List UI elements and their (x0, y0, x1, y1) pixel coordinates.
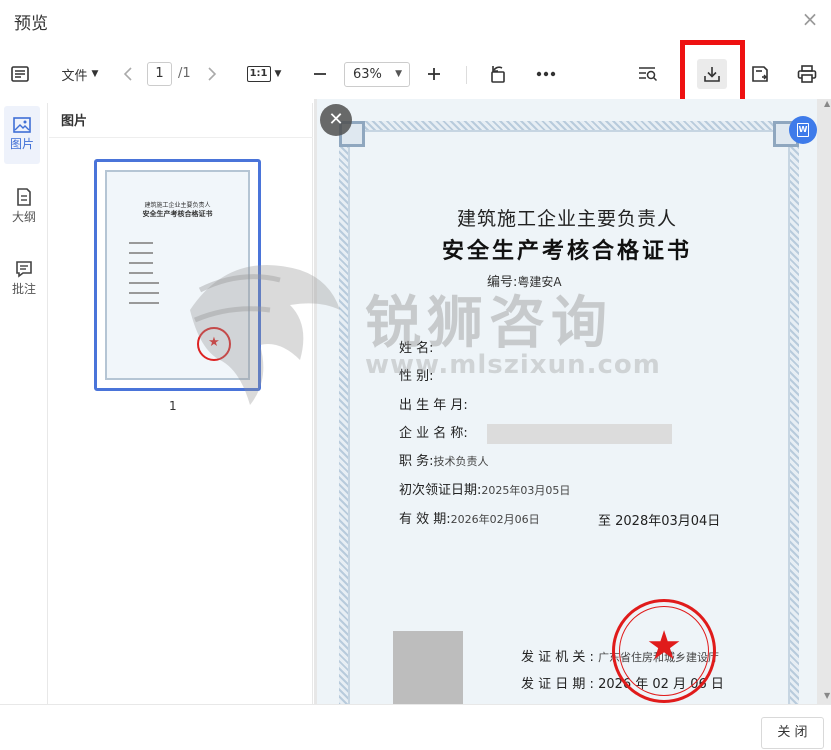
certificate-title2: 安全生产考核合格证书 (441, 239, 692, 264)
actual-size-label: 1:1 (246, 66, 271, 82)
more-options-icon[interactable] (533, 45, 559, 103)
star-icon: ★ (208, 335, 220, 350)
thumbnail-line (129, 272, 153, 274)
certificate-number-label: 编号: (487, 275, 518, 290)
thumbnail-line (129, 302, 159, 304)
zoom-value: 63% (353, 67, 382, 82)
field-gender: 性 别: (399, 365, 434, 384)
certificate-page: 建筑施工企业主要负责人 安全生产考核合格证书 编号:粤建安A 姓 名: 性 别:… (317, 99, 817, 704)
page-number-input[interactable]: 1 (147, 62, 172, 86)
field-company: 企 业 名 称: (399, 422, 468, 441)
scroll-down-icon[interactable]: ▼ (824, 691, 830, 700)
preview-window: 预览 × 文件 ▼ 1 /1 1:1 ▼ 63% ▼ 图片 大纲 批注 图片 建… (0, 0, 831, 750)
rotate-button[interactable] (486, 45, 510, 103)
print-icon[interactable] (795, 45, 819, 103)
field-label: 性 别: (399, 369, 434, 384)
field-value: 2026年02月06日 (450, 513, 540, 526)
field-validity: 有 效 期:2026年02月06日 (399, 508, 540, 527)
thumbnail-line (129, 292, 159, 294)
field-position: 职 务:技术负责人 (399, 450, 489, 469)
title-bar: 预览 × (0, 0, 831, 42)
close-button[interactable]: 关 闭 (761, 717, 824, 749)
document-viewer[interactable]: 建筑施工企业主要负责人 安全生产考核合格证书 编号:粤建安A 姓 名: 性 别:… (314, 99, 831, 704)
chevron-down-icon: ▼ (91, 69, 99, 79)
prev-page-button[interactable] (118, 45, 138, 103)
field-birth: 出 生 年 月: (399, 394, 468, 413)
zoom-select[interactable]: 63% ▼ (344, 62, 410, 87)
left-rail: 图片 大纲 批注 (0, 103, 48, 704)
thumbnail-panel: 图片 建筑施工企业主要负责人 安全生产考核合格证书 ★ 1 (49, 103, 313, 704)
thumbnail-line (129, 262, 153, 264)
chevron-down-icon: ▼ (274, 69, 282, 79)
toolbar: 文件 ▼ 1 /1 1:1 ▼ 63% ▼ (0, 40, 831, 110)
thumbnail-line (129, 252, 153, 254)
field-value: 技术负责人 (433, 455, 489, 468)
thumbnail-title1: 建筑施工企业主要负责人 (144, 202, 211, 209)
file-menu[interactable]: 文件 ▼ (56, 45, 104, 103)
rail-item-label: 批注 (11, 282, 36, 296)
window-close-icon[interactable]: × (799, 8, 821, 30)
rail-item-outline[interactable]: 大纲 (0, 177, 48, 235)
word-document-icon[interactable]: W (789, 116, 817, 144)
download-icon[interactable] (697, 59, 727, 89)
star-icon: ★ (646, 623, 682, 669)
redacted-qr-code (393, 631, 463, 704)
field-first-issue: 初次领证日期:2025年03月05日 (399, 479, 570, 498)
footer: 关 闭 (0, 704, 831, 750)
field-label: 职 务: (399, 454, 434, 469)
field-label: 初次领证日期: (399, 483, 482, 498)
rail-item-label: 图片 (9, 137, 34, 151)
field-value: 2025年03月05日 (481, 484, 571, 497)
thumbnail-page: 建筑施工企业主要负责人 安全生产考核合格证书 ★ (105, 170, 250, 380)
certificate-number-value: 粤建安A (517, 275, 562, 289)
field-label: 出 生 年 月: (399, 398, 468, 413)
page-total: /1 (178, 66, 191, 81)
field-label: 姓 名: (399, 341, 434, 356)
toolbar-divider (466, 66, 467, 84)
thumbnail-title2: 安全生产考核合格证书 (142, 210, 213, 218)
sidebar-toggle-icon[interactable] (8, 45, 32, 103)
next-page-button[interactable] (202, 45, 222, 103)
field-name: 姓 名: (399, 337, 434, 356)
thumbnail-line (129, 282, 159, 284)
issue-date-label: 发 证 日 期 : (521, 677, 594, 692)
zoom-in-button[interactable] (422, 45, 446, 103)
search-text-icon[interactable] (636, 45, 660, 103)
certificate-number: 编号:粤建安A (487, 271, 562, 290)
actual-size-button[interactable]: 1:1 ▼ (244, 45, 284, 103)
thumbnail-page-number: 1 (169, 399, 177, 413)
save-icon[interactable] (748, 45, 772, 103)
image-icon (13, 117, 31, 133)
panel-divider (49, 137, 313, 138)
rail-item-images[interactable]: 图片 (4, 106, 40, 164)
window-title: 预览 (14, 14, 48, 34)
thumbnail-seal: ★ (197, 327, 231, 361)
vertical-scrollbar[interactable]: ▲ ▼ (823, 99, 831, 704)
rail-item-comments[interactable]: 批注 (0, 249, 48, 307)
panel-title: 图片 (61, 114, 88, 129)
thumbnail-line (129, 242, 153, 244)
field-valid-to: 至 2028年03月04日 (598, 514, 721, 529)
redacted-company (487, 424, 672, 444)
rail-item-label: 大纲 (11, 210, 36, 224)
scroll-up-icon[interactable]: ▲ (824, 99, 830, 108)
official-seal: ★ (612, 599, 716, 703)
field-label: 企 业 名 称: (399, 426, 468, 441)
page-thumbnail[interactable]: 建筑施工企业主要负责人 安全生产考核合格证书 ★ (94, 159, 261, 391)
outline-icon (17, 188, 31, 206)
file-menu-label: 文件 (61, 68, 88, 84)
zoom-out-button[interactable] (308, 45, 332, 103)
close-viewer-icon[interactable]: ✕ (320, 104, 352, 136)
certificate-title1: 建筑施工企业主要负责人 (456, 208, 677, 230)
chevron-down-icon: ▼ (395, 69, 402, 79)
issuer-label: 发 证 机 关 : (521, 650, 594, 665)
field-label: 有 效 期: (399, 512, 451, 527)
comment-icon (16, 261, 32, 278)
